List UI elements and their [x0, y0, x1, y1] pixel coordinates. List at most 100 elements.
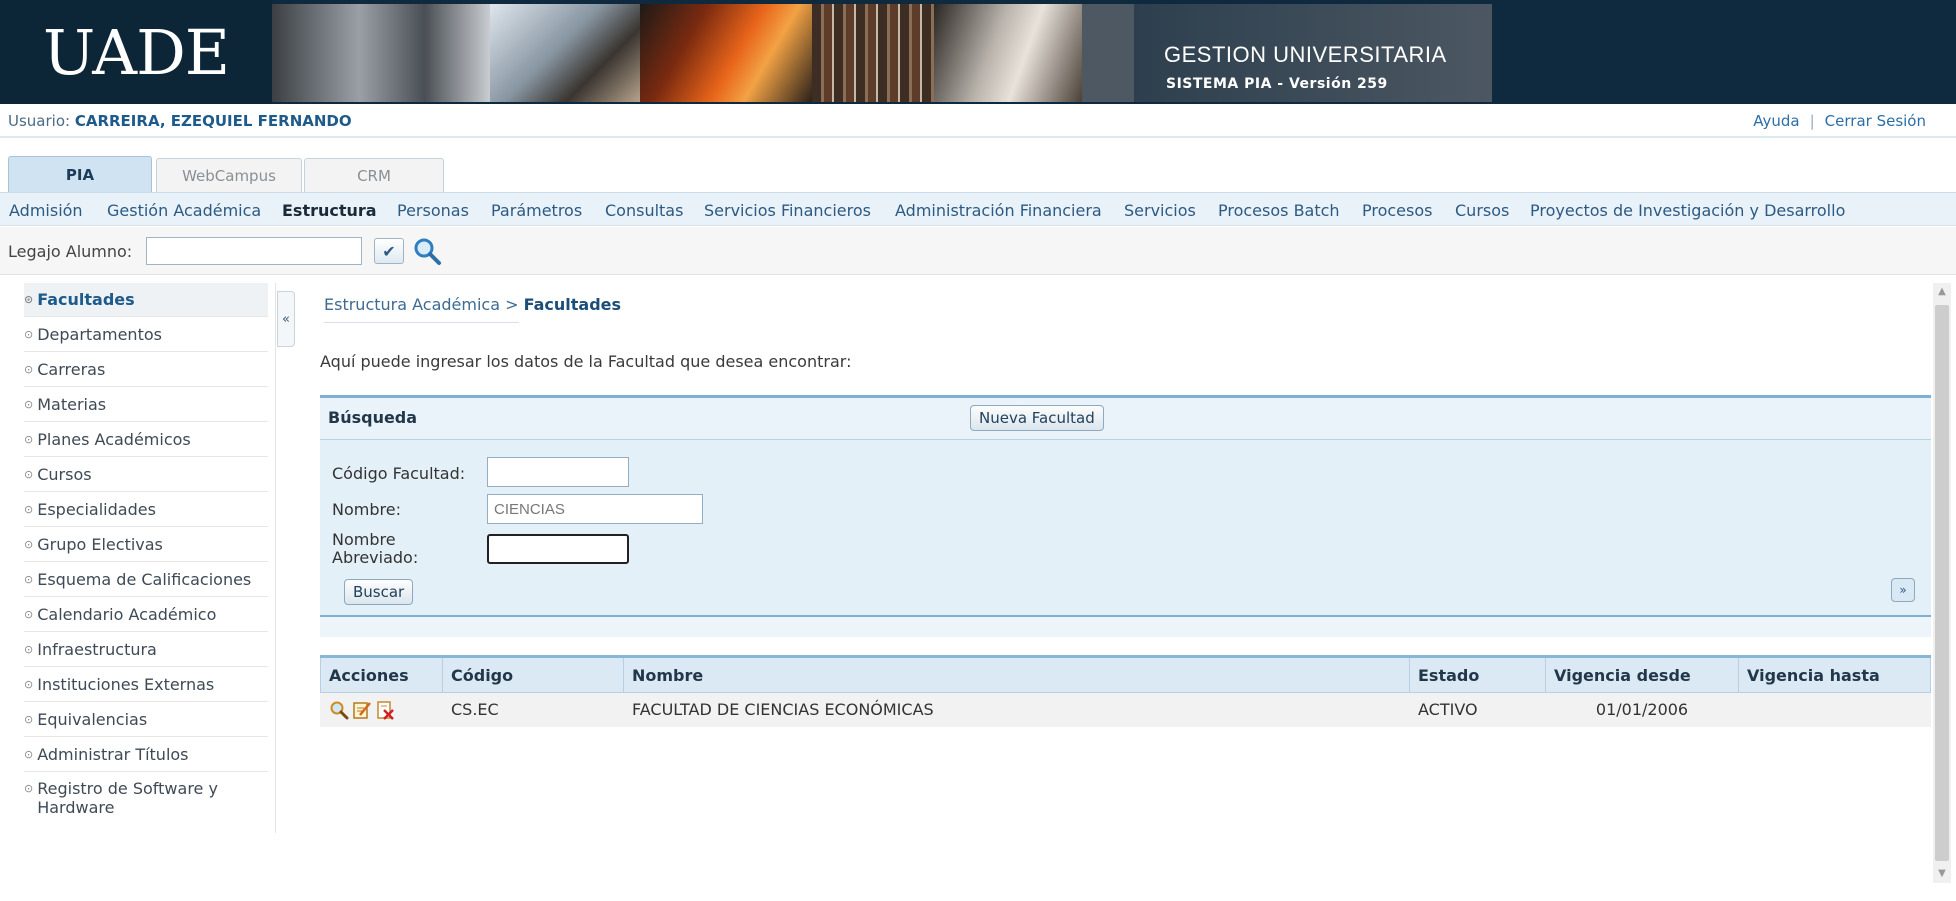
legajo-input[interactable]	[146, 237, 362, 265]
sidebar-item-planes-academicos[interactable]: ⊙ Planes Académicos	[24, 423, 268, 457]
cell-vigencia-hasta	[1738, 692, 1931, 727]
column-header-vigencia-desde[interactable]: Vigencia desde	[1545, 655, 1739, 693]
intro-text: Aquí puede ingresar los datos de la Facu…	[320, 352, 852, 371]
codigo-input[interactable]	[487, 457, 629, 487]
breadcrumb: Estructura Académica > Facultades	[324, 295, 621, 314]
menu-item-administracion-financiera[interactable]: Administración Financiera	[895, 201, 1102, 220]
tab-pia[interactable]: PIA	[8, 156, 152, 192]
breadcrumb-parent[interactable]: Estructura Académica	[324, 295, 500, 314]
sidebar-item-label: Materias	[37, 395, 107, 414]
tab-webcampus[interactable]: WebCampus	[156, 158, 302, 192]
bullet-icon: ⊙	[24, 293, 34, 306]
header-banner: UADE GESTION UNIVERSITARIA SISTEMA PIA -…	[0, 0, 1956, 104]
sidebar-item-label: Especialidades	[37, 500, 156, 519]
sidebar-item-calendario-academico[interactable]: ⊙ Calendario Académico	[24, 598, 268, 632]
view-icon[interactable]	[329, 700, 349, 720]
sidebar-item-label: Esquema de Calificaciones	[37, 570, 252, 589]
uade-logo: UADE	[0, 0, 272, 104]
breadcrumb-separator: >	[505, 295, 519, 314]
bullet-icon: ⊙	[24, 468, 34, 481]
menu-item-procesos-batch[interactable]: Procesos Batch	[1218, 201, 1340, 220]
sidebar-item-label: Calendario Académico	[37, 605, 217, 624]
bullet-icon: ⊙	[24, 748, 34, 761]
sidebar-item-especialidades[interactable]: ⊙ Especialidades	[24, 493, 268, 527]
sidebar-item-registro-software[interactable]: ⊙ Registro de Software y Hardware	[24, 773, 268, 823]
bullet-icon: ⊙	[24, 538, 34, 551]
cell-nombre: FACULTAD DE CIENCIAS ECONÓMICAS	[623, 692, 1410, 727]
delete-icon[interactable]	[375, 700, 395, 720]
system-title: GESTION UNIVERSITARIA	[1164, 42, 1447, 67]
search-icon[interactable]	[412, 236, 442, 266]
column-header-codigo[interactable]: Código	[442, 655, 624, 693]
sidebar-item-esquema-calificaciones[interactable]: ⊙ Esquema de Calificaciones	[24, 563, 268, 597]
system-version: SISTEMA PIA - Versión 259	[1166, 76, 1388, 92]
sidebar-item-facultades[interactable]: ⊙ Facultades	[24, 283, 268, 317]
sidebar-item-infraestructura[interactable]: ⊙ Infraestructura	[24, 633, 268, 667]
menu-item-admision[interactable]: Admisión	[9, 201, 83, 220]
help-link[interactable]: Ayuda	[1753, 112, 1799, 130]
menu-item-parametros[interactable]: Parámetros	[491, 201, 582, 220]
collapse-sidebar-button[interactable]: «	[277, 291, 295, 347]
system-title-block: GESTION UNIVERSITARIA SISTEMA PIA - Vers…	[1134, 4, 1492, 102]
abreviado-label: Nombre Abreviado:	[332, 531, 418, 567]
abreviado-input[interactable]	[487, 534, 629, 564]
sidebar-item-administrar-titulos[interactable]: ⊙ Administrar Títulos	[24, 738, 268, 772]
tab-crm[interactable]: CRM	[304, 158, 444, 192]
sidebar-item-cursos[interactable]: ⊙ Cursos	[24, 458, 268, 492]
scrollbar-thumb[interactable]	[1935, 305, 1949, 861]
menu-item-cursos[interactable]: Cursos	[1455, 201, 1509, 220]
search-panel: Búsqueda Nueva Facultad Código Facultad:…	[320, 395, 1931, 637]
column-header-vigencia-hasta[interactable]: Vigencia hasta	[1738, 655, 1931, 693]
edit-icon[interactable]	[352, 700, 372, 720]
sidebar-item-label: Departamentos	[37, 325, 162, 344]
menu-item-estructura[interactable]: Estructura	[282, 201, 377, 220]
menu-item-gestion-academica[interactable]: Gestión Académica	[107, 201, 261, 220]
codigo-label: Código Facultad:	[332, 464, 466, 483]
user-links: Ayuda | Cerrar Sesión	[1753, 112, 1926, 130]
page-scrollbar[interactable]: ▲ ▼	[1933, 283, 1951, 883]
confirm-icon[interactable]: ✔	[374, 238, 404, 264]
sidebar-item-label: Instituciones Externas	[37, 675, 215, 694]
cell-estado: ACTIVO	[1409, 692, 1546, 727]
abreviado-label-line1: Nombre	[332, 530, 396, 549]
user-info: Usuario: CARREIRA, EZEQUIEL FERNANDO	[8, 112, 352, 130]
menu-item-servicios[interactable]: Servicios	[1124, 201, 1196, 220]
breadcrumb-current: Facultades	[523, 295, 622, 314]
sidebar-item-instituciones-externas[interactable]: ⊙ Instituciones Externas	[24, 668, 268, 702]
new-faculty-button[interactable]: Nueva Facultad	[970, 405, 1104, 431]
expand-panel-icon[interactable]: »	[1891, 578, 1915, 602]
logout-link[interactable]: Cerrar Sesión	[1825, 112, 1926, 130]
sidebar-item-grupo-electivas[interactable]: ⊙ Grupo Electivas	[24, 528, 268, 562]
menu-item-personas[interactable]: Personas	[397, 201, 469, 220]
menu-item-servicios-financieros[interactable]: Servicios Financieros	[704, 201, 871, 220]
sidebar-item-label: Planes Académicos	[37, 430, 191, 449]
nombre-input[interactable]	[487, 494, 703, 524]
bullet-icon: ⊙	[24, 643, 34, 656]
search-button[interactable]: Buscar	[344, 579, 414, 605]
menu-item-proyectos[interactable]: Proyectos de Investigación y Desarrollo	[1530, 201, 1845, 220]
student-lookup-bar: Legajo Alumno: ✔	[0, 227, 1956, 275]
scroll-up-arrow-icon[interactable]: ▲	[1933, 283, 1951, 301]
column-header-estado[interactable]: Estado	[1409, 655, 1546, 693]
sidebar: ⊙ Facultades ⊙ Departamentos ⊙ Carreras ⊙ Ma…	[0, 283, 276, 833]
bullet-icon: ⊙	[24, 398, 34, 411]
search-panel-footer	[320, 615, 1931, 637]
results-table: Acciones Código Nombre Estado Vigencia d…	[320, 655, 1931, 727]
cell-codigo: CS.EC	[442, 692, 624, 727]
sidebar-item-departamentos[interactable]: ⊙ Departamentos	[24, 318, 268, 352]
sidebar-item-carreras[interactable]: ⊙ Carreras	[24, 353, 268, 387]
menu-item-consultas[interactable]: Consultas	[605, 201, 683, 220]
sidebar-item-equivalencias[interactable]: ⊙ Equivalencias	[24, 703, 268, 737]
bullet-icon: ⊙	[24, 782, 34, 795]
bullet-icon: ⊙	[24, 503, 34, 516]
user-label: Usuario:	[8, 112, 71, 130]
scroll-down-arrow-icon[interactable]: ▼	[1933, 865, 1951, 883]
column-header-nombre[interactable]: Nombre	[623, 655, 1410, 693]
column-header-acciones[interactable]: Acciones	[320, 655, 443, 693]
menu-item-procesos[interactable]: Procesos	[1362, 201, 1432, 220]
sidebar-item-materias[interactable]: ⊙ Materias	[24, 388, 268, 422]
cell-vigencia-desde: 01/01/2006	[1545, 692, 1739, 727]
table-row: CS.EC FACULTAD DE CIENCIAS ECONÓMICAS AC…	[320, 692, 1931, 727]
bullet-icon: ⊙	[24, 363, 34, 376]
sidebar-item-label: Carreras	[37, 360, 106, 379]
